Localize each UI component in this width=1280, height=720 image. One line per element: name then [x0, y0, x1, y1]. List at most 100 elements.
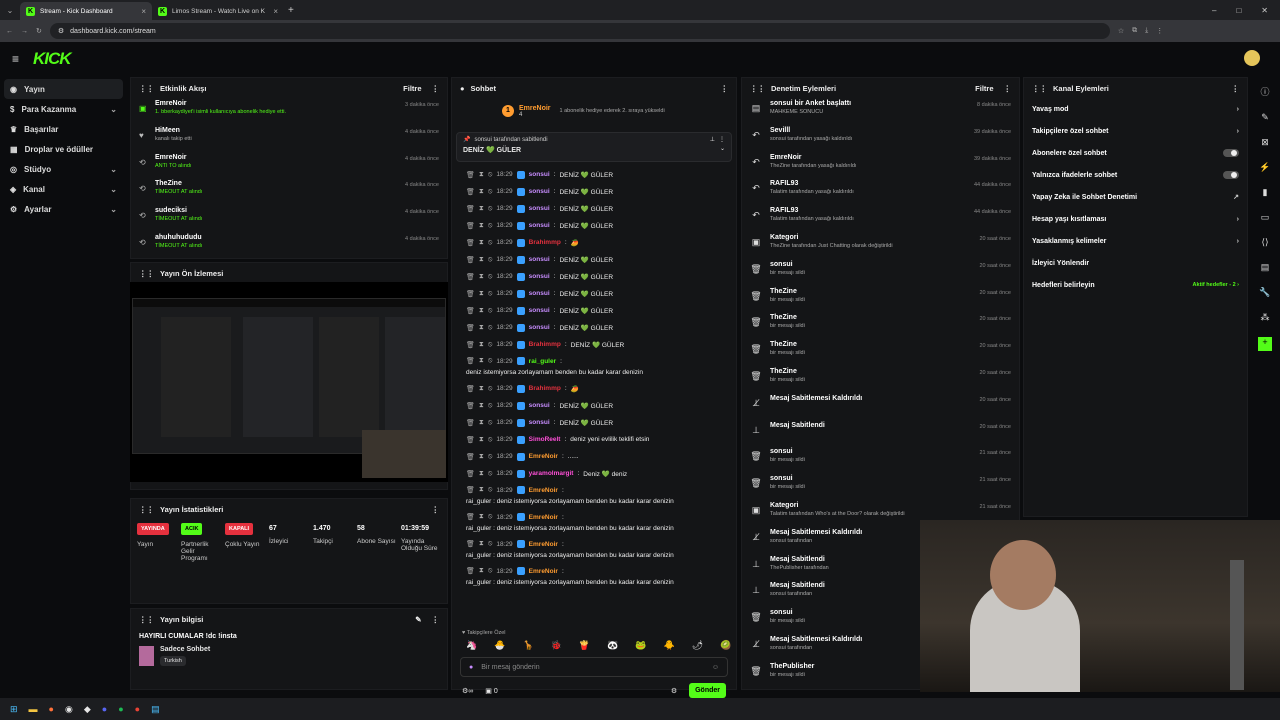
timeout-icon[interactable]: ⧗ [479, 402, 484, 410]
steam-icon[interactable]: ◆ [84, 704, 91, 715]
chat-message[interactable]: 🗑 ⧗ ⦸ 18:29 sonsui: DENİZ 💚 GÜLER [452, 397, 736, 414]
timeout-icon[interactable]: ⧗ [479, 513, 484, 521]
ban-icon[interactable]: ⦸ [488, 188, 493, 196]
timeout-icon[interactable]: ⧗ [479, 567, 484, 575]
chrome-icon[interactable]: ● [135, 704, 140, 714]
ban-icon[interactable]: ⦸ [488, 486, 493, 494]
chat-message[interactable]: 🗑 ⧗ ⦸ 18:29 SimoReelt: deniz yeni evlilik tek… [452, 431, 736, 448]
more-icon[interactable]: ⋮ [721, 84, 729, 93]
chat-icon[interactable]: ▭ [1261, 212, 1270, 223]
ban-icon[interactable]: ⦸ [488, 419, 493, 427]
chat-message[interactable]: 🗑 ⧗ ⦸ 18:29 rai_guler: deniz istemiyorsa zorl… [452, 353, 736, 380]
ban-icon[interactable]: ⦸ [488, 540, 493, 548]
timeout-icon[interactable]: ⧗ [479, 436, 484, 444]
trash-icon[interactable]: 🗑 [466, 324, 475, 332]
moderation-title[interactable]: TheZine [770, 314, 805, 321]
extensions-icon[interactable]: ⧉ [1132, 27, 1137, 35]
message-user[interactable]: EmreNoir [529, 453, 558, 460]
url-field[interactable]: ⚙ dashboard.kick.com/stream [49, 23, 1110, 39]
emote-icon[interactable]: 🐼 [607, 640, 618, 651]
timeout-icon[interactable]: ⧗ [479, 239, 484, 247]
emote-icon[interactable]: 🐣 [494, 640, 505, 651]
more-icon[interactable]: ⋮ [432, 505, 440, 514]
firefox-icon[interactable]: ● [49, 704, 54, 714]
ban-icon[interactable]: ⦸ [488, 273, 493, 281]
ban-icon[interactable]: ⦸ [488, 470, 493, 478]
info-icon[interactable]: ⓘ [1260, 85, 1269, 98]
moderation-title[interactable]: sonsui [770, 448, 805, 455]
chat-message[interactable]: 🗑 ⧗ ⦸ 18:29 EmreNoir:...... [452, 448, 736, 465]
chat-message[interactable]: 🗑 ⧗ ⦸ 18:29 Brahimmp: 🥭 [452, 380, 736, 397]
chat-message[interactable]: 🗑 ⧗ ⦸ 18:29 sonsui: DENİZ 💚 GÜLER [452, 217, 736, 234]
moderation-title[interactable]: Kategori [770, 502, 905, 509]
windows-start-icon[interactable]: ⊞ [10, 704, 18, 715]
message-user[interactable]: sonsui [529, 419, 550, 426]
moderation-title[interactable]: Mesaj Sabitlemesi Kaldırıldı [770, 636, 862, 643]
stream-preview-video[interactable] [130, 282, 448, 482]
minimize-icon[interactable]: – [1212, 6, 1216, 15]
drag-handle-icon[interactable]: ⋮⋮ [139, 84, 154, 93]
message-user[interactable]: rai_guler [529, 358, 556, 365]
drag-handle-icon[interactable]: ⋮⋮ [139, 269, 154, 278]
emoji-icon[interactable]: ☺ [712, 664, 719, 671]
forward-icon[interactable]: → [21, 28, 28, 35]
moderation-title[interactable]: ThePublisher [770, 663, 814, 670]
trash-icon[interactable]: 🗑 [466, 256, 475, 264]
timeout-icon[interactable]: ⧗ [479, 540, 484, 548]
table-icon[interactable]: ▤ [1261, 262, 1270, 273]
moderation-title[interactable]: RAFIL93 [770, 207, 854, 214]
sidebar-item-droplar[interactable]: ▦ Droplar ve ödüller [4, 139, 123, 159]
nodes-icon[interactable]: ⁂ [1261, 312, 1270, 323]
edit-icon[interactable]: ✎ [415, 615, 421, 624]
send-button[interactable]: Gönder [689, 683, 726, 698]
trash-icon[interactable]: 🗑 [466, 341, 475, 349]
tab-search-icon[interactable]: ⌄ [0, 6, 20, 15]
ban-icon[interactable]: ⦸ [488, 171, 493, 179]
trash-icon[interactable]: 🗑 [466, 470, 475, 478]
message-user[interactable]: Brahimmp [529, 341, 561, 348]
moderation-title[interactable]: Kategori [770, 234, 893, 241]
timeout-icon[interactable]: ⧗ [479, 385, 484, 393]
add-widget-icon[interactable]: + [1258, 337, 1272, 351]
emote-icon[interactable]: 🦄 [466, 640, 477, 651]
message-user[interactable]: Brahimmp [529, 385, 561, 392]
emote-icon[interactable]: 🍟 [579, 640, 590, 651]
message-user[interactable]: EmreNoir [529, 568, 558, 575]
message-user[interactable]: sonsui [529, 324, 550, 331]
reload-icon[interactable]: ↻ [36, 27, 42, 35]
trash-icon[interactable]: 🗑 [466, 513, 475, 521]
timeout-icon[interactable]: ⧗ [479, 256, 484, 264]
drag-handle-icon[interactable]: ⋮⋮ [1032, 84, 1047, 93]
message-user[interactable]: sonsui [529, 205, 550, 212]
chat-message[interactable]: 🗑 ⧗ ⦸ 18:29 sonsui: DENİZ 💚 GÜLER [452, 414, 736, 431]
timeout-icon[interactable]: ⧗ [479, 453, 484, 461]
trash-icon[interactable]: 🗑 [466, 290, 475, 298]
chat-message[interactable]: 🗑 ⧗ ⦸ 18:29 sonsui: DENİZ 💚 GÜLER [452, 285, 736, 302]
bolt-icon[interactable]: ⚡ [1259, 162, 1270, 173]
moderation-title[interactable]: RAFIL93 [770, 180, 854, 187]
message-user[interactable]: sonsui [529, 188, 550, 195]
kick-logo[interactable]: KICK [33, 49, 72, 69]
chat-message[interactable]: 🗑 ⧗ ⦸ 18:29 EmreNoir: rai_guler : deniz istem… [452, 563, 736, 590]
timeout-icon[interactable]: ⧗ [479, 486, 484, 494]
emote-icon[interactable]: 🦒 [522, 640, 533, 651]
moderation-title[interactable]: EmreNoir [770, 154, 857, 161]
message-user[interactable]: EmreNoir [529, 514, 558, 521]
drag-handle-icon[interactable]: ⋮⋮ [139, 505, 154, 514]
trash-icon[interactable]: 🗑 [466, 239, 475, 247]
moderation-title[interactable]: Mesaj Sabitlendi [770, 422, 825, 429]
chat-message[interactable]: 🗑 ⧗ ⦸ 18:29 yaramolmargit: Deniz 💚 deniz [452, 465, 736, 482]
more-icon[interactable]: ⋮ [432, 84, 440, 93]
tab-limos-stream[interactable]: K Limos Stream - Watch Live on K × [152, 2, 284, 20]
channel-action-item[interactable]: Hedefleri belirleyin Aktif hedefler - 2 › [1024, 274, 1247, 296]
channel-action-item[interactable]: Takipçilere özel sohbet › [1024, 120, 1247, 142]
toggle-switch[interactable] [1223, 171, 1239, 179]
ban-icon[interactable]: ⦸ [488, 436, 493, 444]
close-icon[interactable]: × [141, 7, 146, 16]
pinned-message[interactable]: 📌 sonsui tarafından sabitlendi ⊥ ⋮ DENİZ 💚 … [456, 132, 732, 162]
trash-icon[interactable]: 🗑 [466, 540, 475, 548]
more-icon[interactable]: ⋮ [719, 136, 725, 143]
activity-user[interactable]: sudeciksi [155, 207, 202, 214]
sidebar-item-studyo[interactable]: ◎ Stüdyo ⌄ [4, 159, 123, 179]
timeout-icon[interactable]: ⧗ [479, 273, 484, 281]
